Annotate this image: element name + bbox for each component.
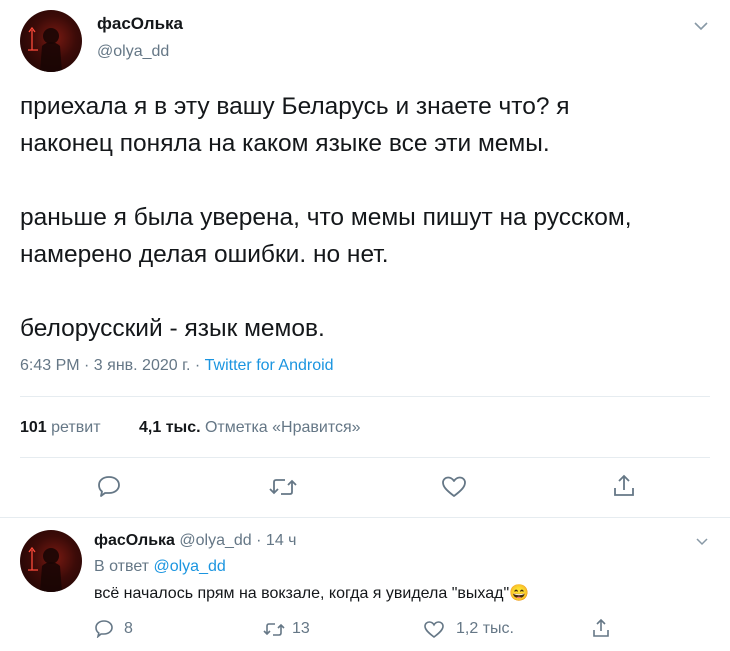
chevron-down-icon[interactable] — [695, 537, 709, 547]
reply-text: всё началось прям на вокзале, когда я ув… — [94, 583, 529, 603]
reply-text-content: всё началось прям на вокзале, когда я ув… — [94, 585, 510, 602]
divider — [20, 457, 710, 458]
reply-to-label: В ответ — [94, 558, 150, 575]
retweet-count: 101 — [20, 419, 47, 436]
divider — [20, 396, 710, 397]
chevron-down-icon[interactable] — [693, 20, 709, 32]
author-name[interactable]: фасОлька — [97, 14, 183, 34]
author-handle[interactable]: @olya_dd — [97, 43, 169, 61]
like-count: 4,1 тыс. — [139, 419, 201, 436]
like-stats[interactable]: 4,1 тыс. Отметка «Нравится» — [139, 419, 361, 437]
retweet-count: 13 — [292, 620, 310, 637]
timestamp[interactable]: 6:43 PM · 3 янв. 2020 г. · — [20, 357, 205, 374]
source-link[interactable]: Twitter for Android — [205, 357, 334, 374]
tweet-text: приехала я в эту вашу Беларусь и знаете … — [20, 88, 710, 347]
tweet-text-line: белорусский - язык мемов. — [20, 315, 325, 342]
reply-to-handle[interactable]: @olya_dd — [153, 558, 225, 575]
like-count: 1,2 тыс. — [456, 620, 514, 637]
retweet-stats[interactable]: 101 ретвит — [20, 419, 101, 437]
tweet-text-line: приехала я в эту вашу Беларусь и знаете … — [20, 93, 570, 120]
section-divider — [0, 517, 730, 518]
avatar-image — [28, 546, 62, 592]
retweet-icon[interactable] — [262, 621, 286, 638]
avatar[interactable] — [20, 10, 82, 72]
retweet-icon[interactable] — [268, 476, 298, 498]
reply-count: 8 — [124, 620, 133, 637]
reply-icon[interactable] — [96, 474, 122, 498]
heart-icon[interactable] — [440, 475, 468, 499]
reply-time[interactable]: · 14 ч — [256, 532, 296, 549]
reply-author-name[interactable]: фасОлька — [94, 532, 175, 549]
reply-author-handle[interactable]: @olya_dd — [179, 532, 251, 549]
share-icon[interactable] — [591, 618, 611, 639]
reply-avatar[interactable] — [20, 530, 82, 592]
heart-icon[interactable] — [423, 620, 445, 639]
tweet-text-line: намерено делая ошибки. но нет. — [20, 241, 389, 268]
tweet-text-line: наконец поняла на каком языке все эти ме… — [20, 130, 550, 157]
grinning-emoji-icon: 😄 — [509, 585, 530, 602]
avatar-image — [28, 26, 62, 72]
share-icon[interactable] — [611, 473, 637, 499]
retweet-label: ретвит — [51, 419, 101, 436]
reply-to: В ответ @olya_dd — [94, 558, 226, 576]
reply-icon[interactable] — [94, 619, 114, 638]
like-label: Отметка «Нравится» — [204, 419, 361, 436]
tweet-text-line: раньше я была уверена, что мемы пишут на… — [20, 204, 632, 231]
tweet-metadata: 6:43 PM · 3 янв. 2020 г. · Twitter for A… — [20, 357, 334, 375]
reply-header: фасОлька @olya_dd · 14 ч — [94, 532, 297, 550]
